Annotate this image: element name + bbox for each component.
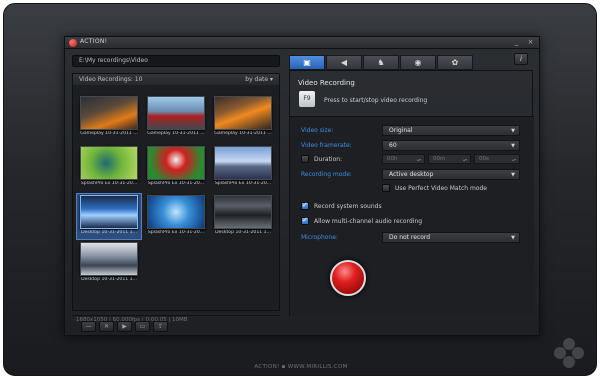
mode-tabs: ▣ ◀ ♞ ◉ ✿ — [289, 55, 474, 70]
recording-mode-label: Recording mode: — [301, 171, 352, 178]
microphone-value: Do not record — [389, 234, 431, 241]
sort-label: by date — [245, 76, 269, 83]
thumbnail-image — [214, 96, 272, 130]
thumbnail-image — [147, 146, 205, 180]
framerate-value: 60 — [389, 142, 397, 149]
recordings-count: Video Recordings: 10 — [79, 76, 143, 83]
hotkey-description: Press to start/stop video recording — [324, 97, 428, 104]
delete-button[interactable]: — — [81, 321, 96, 332]
recordings-list: Video Recordings: 10 by date ▾ Gameplay … — [72, 73, 280, 311]
list-header: Video Recordings: 10 by date ▾ — [73, 74, 279, 85]
thumbnail-caption: SplashPro Ex 10-31-20... — [147, 230, 205, 235]
desktop-frame: ACTION! _ × E:\My recordings\Video Video… — [3, 3, 597, 376]
play-button[interactable]: ▶ — [117, 321, 132, 332]
dropdown-arrow-icon: ▼ — [511, 172, 515, 178]
duration-seconds-input[interactable]: 00s ▴▾ — [474, 154, 520, 164]
info-button[interactable]: i — [514, 53, 528, 65]
recording-mode-value: Active desktop — [389, 171, 434, 178]
framerate-dropdown[interactable]: 60 ▼ — [382, 140, 520, 151]
tab-game[interactable]: ♞ — [363, 55, 399, 70]
thumbnail-image — [214, 146, 272, 180]
recordings-path: E:\My recordings\Video — [72, 55, 280, 67]
dropdown-arrow-icon: ▼ — [511, 143, 515, 149]
spinner-icon: ▴▾ — [462, 157, 467, 162]
spinner-icon: ▴▾ — [511, 157, 516, 162]
dropdown-arrow-icon: ▼ — [511, 235, 515, 241]
record-button[interactable] — [330, 260, 366, 296]
settings-area: Video size: Original ▼ Video framerate: … — [290, 116, 534, 316]
recording-thumbnail[interactable]: Desktop 10-31-2011 1... — [214, 195, 272, 240]
recording-thumbnail[interactable]: SplashPro Ex 10-31-20... — [214, 146, 272, 191]
thumbnail-caption: Desktop 10-31-2011 1... — [215, 230, 271, 235]
thumbnail-caption: Gameplay 10-31-2011 ... — [214, 131, 272, 136]
recording-thumbnail[interactable]: SplashPro Ex 10-31-20... — [147, 146, 205, 191]
chevron-down-icon: ▾ — [269, 76, 273, 83]
tab-audio[interactable]: ◀ — [326, 55, 362, 70]
panel-title: Video Recording — [298, 79, 355, 87]
microphone-dropdown[interactable]: Do not record ▼ — [382, 232, 520, 243]
video-recording-panel: Video Recording F9 Press to start/stop v… — [289, 70, 534, 316]
duration-hours-input[interactable]: 00h ▴▾ — [382, 154, 425, 164]
multichannel-label: Allow multi-channel audio recording — [314, 218, 423, 225]
thumbnail-image — [80, 146, 138, 180]
tab-settings[interactable]: ✿ — [437, 55, 473, 70]
thumbnail-caption: Gameplay 10-31-2011 ... — [80, 131, 138, 136]
video-size-dropdown[interactable]: Original ▼ — [382, 125, 520, 136]
tab-video[interactable]: ▣ — [289, 55, 325, 70]
spinner-icon: ▴▾ — [416, 157, 421, 162]
minimize-button[interactable]: _ — [510, 38, 523, 47]
perfect-match-label: Use Perfect Video Match mode — [395, 185, 487, 192]
close-button[interactable]: × — [524, 38, 537, 47]
recording-thumbnail[interactable]: Gameplay 10-31-2011 ... — [80, 96, 138, 141]
thumbnail-image — [80, 242, 138, 276]
system-sounds-checkbox[interactable] — [301, 201, 309, 210]
recording-thumbnail[interactable]: SplashPro Ex 10-31-20... — [80, 146, 138, 191]
thumbnail-image — [147, 195, 205, 229]
thumbnail-caption: SplashPro Ex 10-31-20... — [214, 181, 272, 186]
video-size-value: Original — [389, 127, 413, 134]
app-logo-icon — [69, 39, 77, 47]
duration-label: Duration: — [314, 156, 343, 163]
recording-thumbnail[interactable]: Gameplay 10-31-2011 ... — [214, 96, 272, 141]
recording-thumbnail-selected[interactable]: Desktop 10-31-2011 1... — [80, 195, 138, 240]
thumbnail-image — [80, 96, 138, 130]
thumbnail-caption: SplashPro Ex 10-31-20... — [147, 181, 205, 186]
thumbnail-image — [80, 195, 138, 229]
recording-thumbnail[interactable]: SplashPro Ex 10-31-20... — [147, 195, 205, 240]
multichannel-checkbox[interactable] — [301, 216, 309, 225]
app-title: ACTION! — [80, 38, 108, 45]
thumbnail-caption: Desktop 10-31-2011 1... — [81, 230, 137, 235]
perfect-match-checkbox[interactable] — [382, 184, 390, 192]
thumbnail-caption: Gameplay 10-31-2011 ... — [147, 131, 205, 136]
app-window: ACTION! _ × E:\My recordings\Video Video… — [64, 36, 540, 336]
framerate-label: Video framerate: — [301, 142, 352, 149]
duration-checkbox[interactable] — [301, 155, 309, 163]
duration-minutes-input[interactable]: 00m ▴▾ — [428, 154, 471, 164]
thumbnail-caption: SplashPro Ex 10-31-20... — [80, 181, 138, 186]
upload-button[interactable]: ⇪ — [153, 321, 168, 332]
thumbnail-image — [147, 96, 205, 130]
title-bar: ACTION! _ × — [65, 37, 539, 49]
microphone-label: Microphone: — [301, 234, 338, 241]
dropdown-arrow-icon: ▼ — [511, 128, 515, 134]
recording-thumbnail[interactable]: Desktop 10-31-2011 1... — [80, 242, 138, 287]
thumbnail-image — [214, 195, 272, 229]
system-sounds-label: Record system sounds — [314, 203, 382, 210]
open-folder-button[interactable]: ▭ — [135, 321, 150, 332]
sort-dropdown[interactable]: by date ▾ — [245, 74, 273, 85]
remove-button[interactable]: ✕ — [99, 321, 114, 332]
tab-screenshot[interactable]: ◉ — [400, 55, 436, 70]
recording-thumbnail[interactable]: Gameplay 10-31-2011 ... — [147, 96, 205, 141]
thumbnail-caption: Desktop 10-31-2011 1... — [81, 277, 137, 282]
recording-mode-dropdown[interactable]: Active desktop ▼ — [382, 169, 520, 180]
hotkey-icon: F9 — [299, 91, 315, 107]
footer-text: ACTION! ▪ WWW.MIRILLIS.COM — [254, 364, 348, 370]
video-size-label: Video size: — [301, 127, 334, 134]
